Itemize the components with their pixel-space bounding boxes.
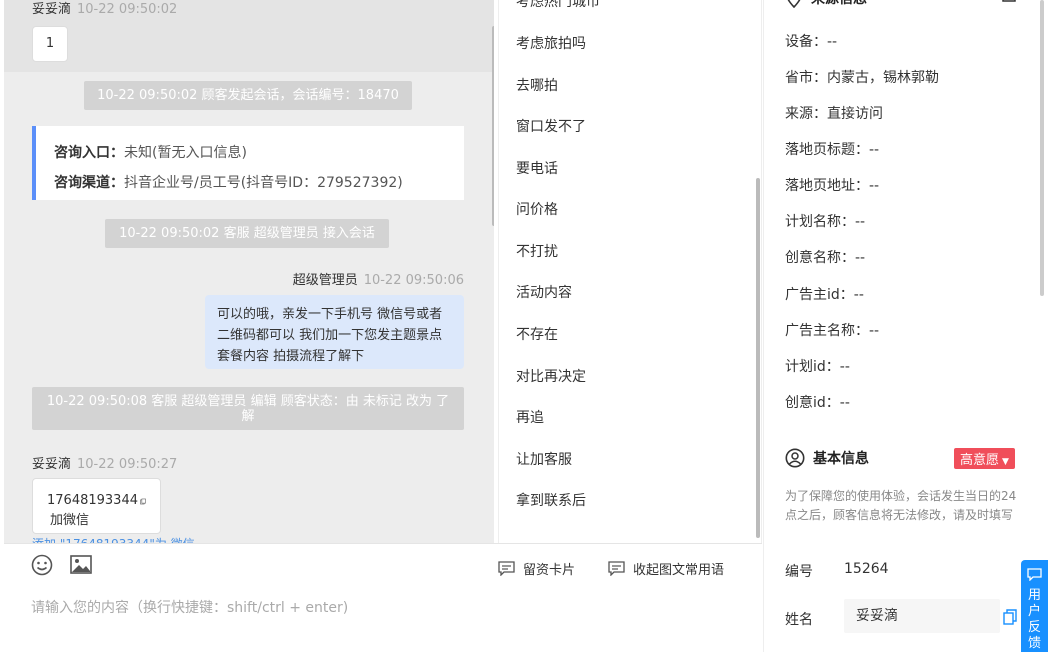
customer-id-value: 15264 — [844, 561, 889, 577]
phrase-item[interactable]: 不存在 — [516, 324, 558, 344]
customer-id-label: 编号 — [785, 564, 813, 580]
chat-panel[interactable]: 妥妥滴 10-22 09:50:02 1 10-22 09:50:02 顾客发起会… — [4, 0, 494, 543]
basic-info-title: 基本信息 — [813, 451, 869, 467]
phrase-item[interactable]: 让加客服 — [516, 449, 572, 469]
agent-message-time: 10-22 09:50:06 — [363, 273, 464, 288]
entry-value: 未知(暂无入口信息) — [124, 145, 247, 161]
phrase-item[interactable]: 对比再决定 — [516, 366, 586, 386]
phrase-item[interactable]: 不打扰 — [516, 241, 558, 261]
source-plan-name: 计划名称：-- — [785, 214, 866, 230]
source-plan-id: 计划id：-- — [785, 359, 850, 375]
wechat-card[interactable]: 17648193344 加微信 — [32, 478, 161, 534]
message-time-2: 10-22 09:50:27 — [77, 457, 178, 472]
message-icon — [608, 561, 625, 576]
customer-info-panel: 来源信息 设备：-- 省市：内蒙古，锡林郭勒 来源：直接访问 落地页标题：-- … — [763, 0, 1048, 652]
caret-down-icon: ▼ — [1002, 457, 1009, 467]
customer-name-field[interactable]: 妥妥滴 — [844, 599, 1000, 633]
phrase-item[interactable]: 去哪拍 — [516, 75, 558, 95]
customer-message-meta: 妥妥滴 10-22 09:50:02 — [32, 0, 177, 17]
source-landing-url: 落地页地址：-- — [785, 178, 880, 194]
system-message-edit: 10-22 09:50:08 客服 超级管理员 编辑 顾客状态：由 未标记 改为… — [32, 387, 464, 430]
feedback-icon — [1027, 568, 1042, 582]
agent-message-bubble[interactable]: 可以的哦，亲发一下手机号 微信号或者二维码都可以 我们加一下您发主题景点 套餐内… — [205, 295, 464, 369]
channel-label: 咨询渠道： — [54, 175, 124, 191]
phrase-item[interactable]: 再追 — [516, 407, 544, 427]
image-icon[interactable] — [70, 555, 92, 574]
copy-icon[interactable] — [140, 495, 146, 508]
user-circle-icon — [785, 448, 805, 468]
phrase-item[interactable]: 考虑热门城市 — [516, 0, 600, 11]
source-creative-id: 创意id：-- — [785, 395, 850, 411]
basic-info-header: 基本信息 — [785, 448, 869, 468]
add-wechat-action[interactable]: 加微信 — [47, 511, 146, 531]
customer-message-bubble[interactable]: 1 — [32, 26, 68, 62]
wechat-number: 17648193344 — [47, 493, 138, 508]
system-message-join: 10-22 09:50:02 客服 超级管理员 接入会话 — [105, 219, 389, 248]
card-icon — [498, 561, 515, 576]
source-device: 设备：-- — [785, 34, 838, 50]
info-scrollbar[interactable] — [1040, 0, 1044, 296]
source-origin: 来源：直接访问 — [785, 106, 883, 122]
location-pin-icon — [787, 0, 801, 8]
customer-name: 妥妥滴 — [32, 2, 72, 17]
agent-message-meta: 超级管理员 10-22 09:50:06 — [154, 269, 464, 288]
phrase-item[interactable]: 问价格 — [516, 199, 558, 219]
customer-name-2: 妥妥滴 — [32, 457, 72, 472]
collapse-phrases-label: 收起图文常用语 — [633, 563, 725, 578]
edit-icon[interactable] — [1001, 0, 1017, 4]
intent-tag-dropdown[interactable]: 高意愿 ▼ — [954, 448, 1015, 469]
intent-tag-label: 高意愿 — [960, 453, 1000, 468]
customer-name-label: 姓名 — [785, 612, 813, 628]
source-creative-name: 创意名称：-- — [785, 250, 866, 266]
emoji-icon[interactable] — [31, 554, 53, 576]
message-time: 10-22 09:50:02 — [77, 2, 178, 17]
chat-scrollbar[interactable] — [492, 26, 494, 226]
common-phrases-list: 考虑热门城市 考虑旅拍吗 去哪拍 窗口发不了 要电话 问价格 不打扰 活动内容 … — [498, 0, 762, 543]
system-message-start: 10-22 09:50:02 顾客发起会话，会话编号：18470 — [84, 81, 412, 110]
phrase-item[interactable]: 活动内容 — [516, 282, 572, 302]
message-input[interactable]: 请输入您的内容（换行快捷键：shift/ctrl + enter) — [31, 597, 731, 617]
user-feedback-button[interactable]: 用户反馈 — [1021, 560, 1048, 652]
copy-name-icon[interactable] — [1003, 609, 1017, 625]
phrase-item[interactable]: 拿到联系后 — [516, 490, 586, 510]
customer-message-meta-2: 妥妥滴 10-22 09:50:27 — [32, 453, 177, 472]
phrases-scrollbar[interactable] — [756, 178, 760, 538]
phrase-item[interactable]: 要电话 — [516, 158, 558, 178]
phrase-item[interactable]: 窗口发不了 — [516, 116, 586, 136]
source-landing-title: 落地页标题：-- — [785, 142, 880, 158]
source-info-header: 来源信息 — [785, 0, 867, 8]
phrase-item[interactable]: 考虑旅拍吗 — [516, 33, 586, 53]
channel-value: 抖音企业号/员工号(抖音号ID：279527392) — [124, 175, 403, 191]
feedback-label: 用户反馈 — [1028, 588, 1042, 651]
consult-info-card: 咨询入口：未知(暂无入口信息) 咨询渠道：抖音企业号/员工号(抖音号ID：279… — [32, 126, 464, 200]
entry-label: 咨询入口： — [54, 145, 124, 161]
source-advertiser-name: 广告主名称：-- — [785, 323, 880, 339]
leave-card-label: 留资卡片 — [523, 563, 576, 578]
source-info-title: 来源信息 — [811, 0, 867, 8]
message-input-area: 留资卡片 收起图文常用语 请输入您的内容（换行快捷键：shift/ctrl + … — [4, 543, 762, 652]
source-advertiser-id: 广告主id：-- — [785, 287, 864, 303]
agent-name: 超级管理员 — [292, 273, 358, 288]
source-province: 省市：内蒙古，锡林郭勒 — [785, 70, 939, 86]
leave-card-button[interactable]: 留资卡片 — [498, 559, 575, 578]
collapse-phrases-button[interactable]: 收起图文常用语 — [608, 559, 724, 578]
edit-deadline-hint: 为了保障您的使用体验，会话发生当日的24点之后，顾客信息将无法修改，请及时填写 — [785, 489, 1017, 522]
